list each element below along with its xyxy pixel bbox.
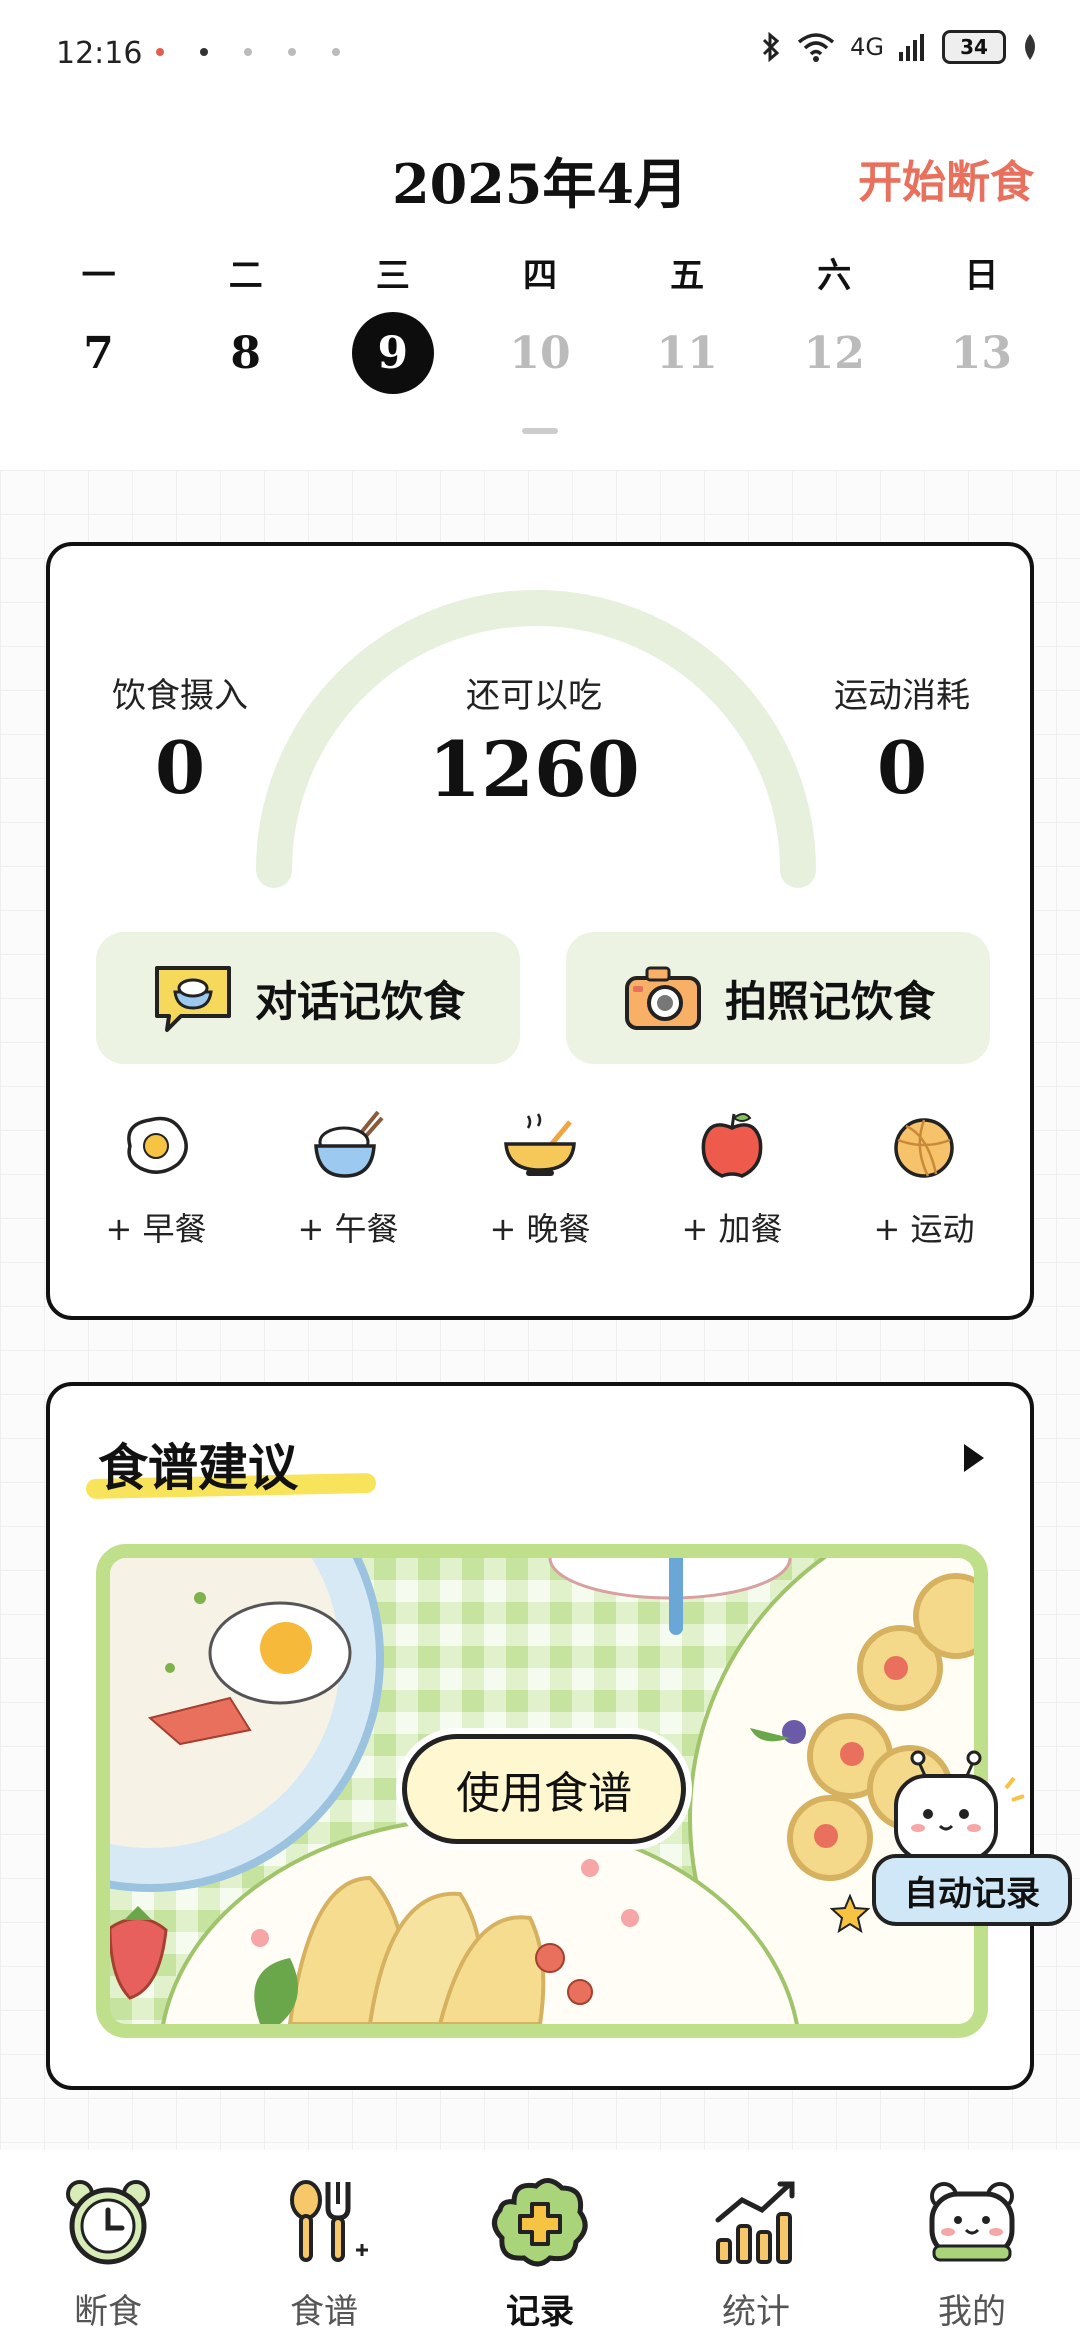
calendar-date[interactable]: 11 [646, 312, 728, 394]
soup-bowl-icon [504, 1113, 576, 1176]
calendar-drag-handle[interactable] [522, 428, 558, 434]
status-icons: 4G 34 [760, 30, 1040, 64]
play-arrow-icon[interactable] [964, 1444, 984, 1472]
weekday-label: 三 [375, 256, 410, 296]
spoon-fork-icon [290, 2180, 368, 2262]
snack-label: + 加餐 [681, 1210, 783, 1248]
remaining-stat: 还可以吃 1260 [384, 668, 684, 814]
calendar-date[interactable]: 8 [205, 312, 287, 394]
apple-icon [701, 1113, 763, 1178]
calendar-date[interactable]: 13 [940, 312, 1022, 394]
chat-record-label: 对话记饮食 [254, 976, 465, 1026]
nav-fasting[interactable]: 断食 [0, 2150, 216, 2340]
basketball-icon [894, 1118, 954, 1178]
recipe-suggestion-card: 食谱建议 使用食谱 [46, 1382, 1034, 2090]
status-bar: 12:16 4G 34 [0, 0, 1080, 100]
dinner-label: + 晚餐 [489, 1210, 591, 1248]
start-fasting-button[interactable]: 开始断食 [858, 146, 1034, 210]
add-exercise-button[interactable]: + 运动 [828, 1106, 1020, 1250]
nav-label: 统计 [722, 2292, 790, 2332]
status-time: 12:16 [56, 36, 143, 71]
photo-record-label: 拍照记饮食 [724, 976, 935, 1026]
use-recipe-label: 使用食谱 [456, 1768, 632, 1819]
nav-label: 断食 [74, 2292, 142, 2332]
bar-chart-icon [715, 2181, 795, 2264]
nav-profile[interactable]: 我的 [864, 2150, 1080, 2340]
burn-value: 0 [876, 725, 928, 810]
calorie-summary-card: 饮食摄入 0 还可以吃 1260 运动消耗 0 对话记饮食 拍照记饮食 + 早餐… [46, 542, 1034, 1320]
fried-egg-icon [127, 1116, 188, 1174]
photo-record-button[interactable]: 拍照记饮食 [566, 932, 990, 1064]
recipe-title: 食谱建议 [98, 1438, 298, 1497]
notification-dots [156, 48, 340, 56]
plus-cloud-icon [492, 2178, 588, 2267]
weekday-row: 一 二 三 四 五 六 日 [25, 248, 1055, 297]
battery-level: 34 [960, 35, 988, 59]
calendar-date[interactable]: 10 [499, 312, 581, 394]
network-type: 4G [850, 33, 884, 61]
alarm-clock-icon [66, 2180, 150, 2265]
add-breakfast-button[interactable]: + 早餐 [60, 1106, 252, 1250]
notification-icon [156, 48, 164, 56]
signal-icon [899, 34, 924, 61]
weekday-label: 二 [228, 256, 263, 296]
star-icon [830, 1894, 870, 1934]
use-recipe-button[interactable]: 使用食谱 [402, 1734, 686, 1844]
breakfast-label: + 早餐 [105, 1210, 207, 1248]
add-snack-button[interactable]: + 加餐 [636, 1106, 828, 1250]
rice-bowl-icon [314, 1110, 384, 1178]
lunch-label: + 午餐 [297, 1210, 399, 1248]
date-row: 7 8 9 10 11 12 13 [25, 312, 1055, 394]
nav-record[interactable]: 记录 [432, 2150, 648, 2340]
exercise-label: + 运动 [873, 1210, 975, 1248]
nav-label: 食谱 [290, 2292, 358, 2332]
add-dinner-button[interactable]: + 晚餐 [444, 1106, 636, 1250]
nav-recipes[interactable]: 食谱 [216, 2150, 432, 2340]
intake-label: 饮食摄入 [112, 676, 248, 716]
bluetooth-icon [763, 31, 780, 63]
auto-record-label: 自动记录 [872, 1854, 1072, 1926]
battery-indicator: 34 [942, 30, 1006, 64]
calendar-date[interactable]: 12 [793, 312, 875, 394]
intake-value: 0 [154, 725, 206, 810]
weekday-label: 一 [81, 256, 116, 296]
remaining-value: 1260 [428, 725, 640, 814]
notification-icon [244, 48, 252, 56]
bear-face-icon [929, 2182, 1015, 2262]
chat-bubble-rice-icon [154, 966, 231, 1032]
nav-label: 我的 [938, 2292, 1006, 2332]
meal-shortcuts: + 早餐 + 午餐 + 晚餐 + 加餐 + 运动 [60, 1106, 1020, 1250]
burn-stat: 运动消耗 0 [802, 668, 1002, 810]
calendar-date[interactable]: 7 [58, 312, 140, 394]
chat-record-button[interactable]: 对话记饮食 [96, 932, 520, 1064]
leaf-icon [1025, 34, 1035, 60]
remaining-label: 还可以吃 [466, 676, 602, 716]
nav-stats[interactable]: 统计 [648, 2150, 864, 2340]
add-lunch-button[interactable]: + 午餐 [252, 1106, 444, 1250]
weekday-label: 六 [817, 256, 852, 296]
weekday-label: 五 [670, 256, 705, 296]
weekday-label: 四 [522, 256, 557, 296]
notification-icon [332, 48, 340, 56]
intake-stat: 饮食摄入 0 [90, 668, 270, 810]
camera-icon [624, 966, 701, 1030]
notification-icon [200, 48, 208, 56]
burn-label: 运动消耗 [834, 676, 970, 716]
bottom-navigation: 断食 食谱 记录 统计 我的 [0, 2150, 1080, 2340]
wifi-icon [798, 33, 835, 62]
nav-label: 记录 [506, 2292, 574, 2332]
auto-record-widget[interactable]: 自动记录 [826, 1748, 1080, 1948]
notification-icon [288, 48, 296, 56]
weekday-label: 日 [964, 256, 999, 296]
calendar-date-selected[interactable]: 9 [351, 312, 434, 394]
